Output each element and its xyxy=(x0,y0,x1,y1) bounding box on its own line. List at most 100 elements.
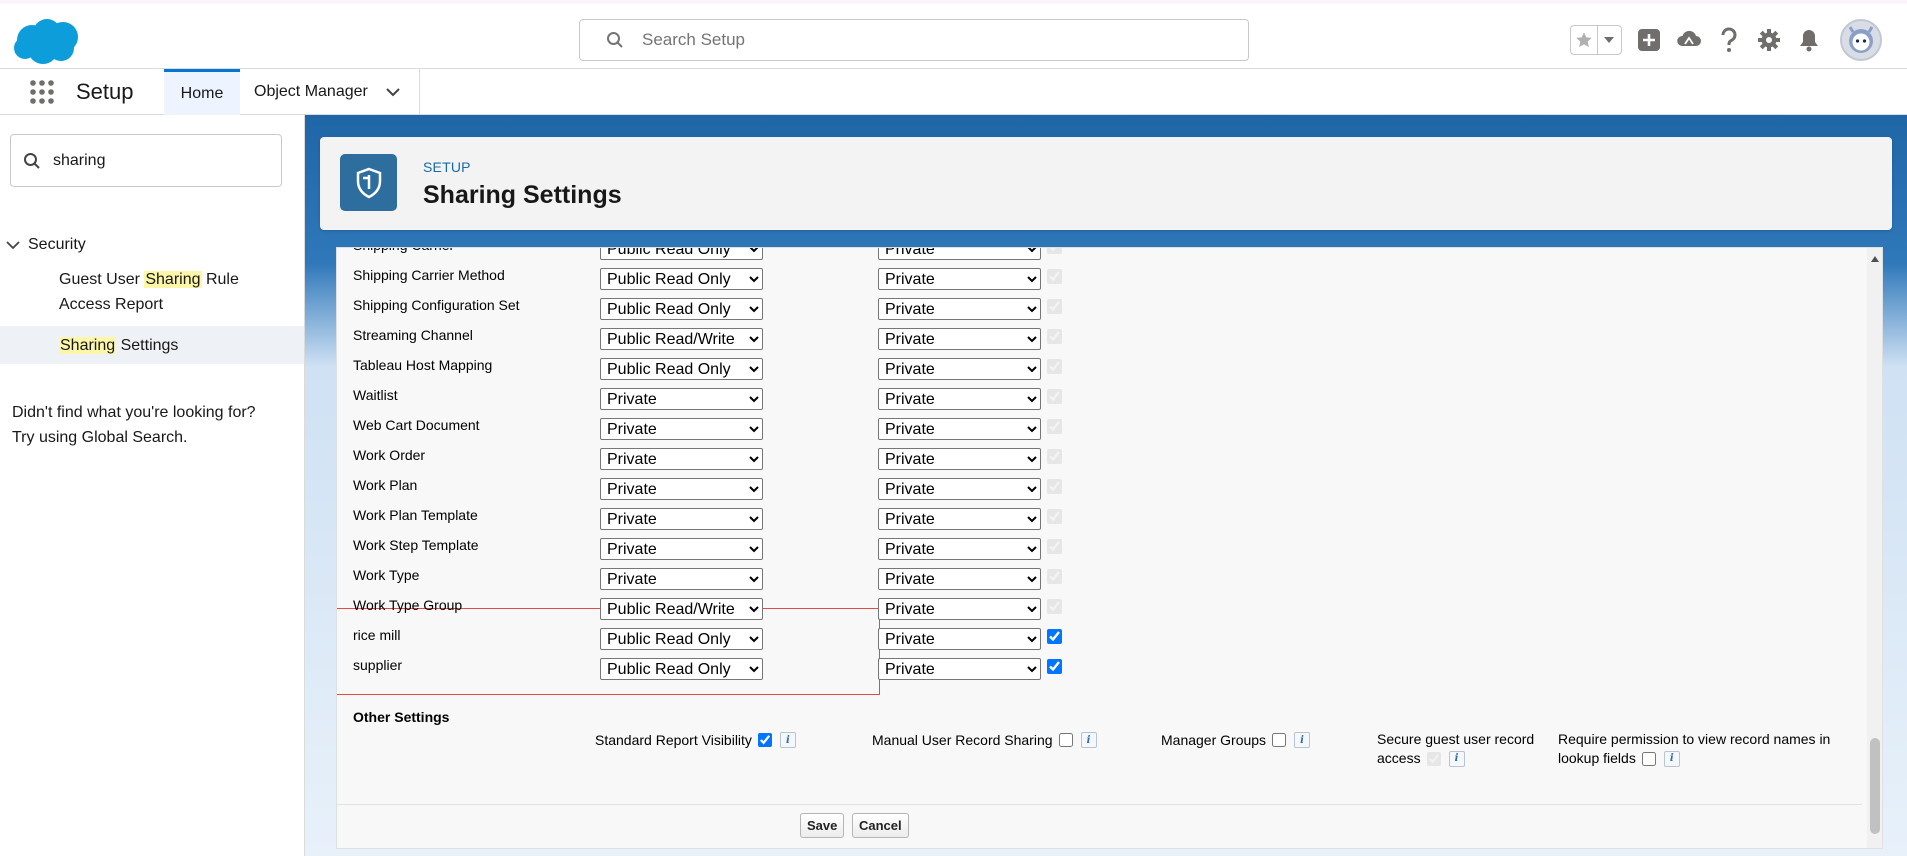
default-internal-access-select[interactable]: PrivatePublic Read OnlyPublic Read/Write xyxy=(600,598,763,620)
table-row: Shipping Carrier Method PrivatePublic Rea… xyxy=(337,263,1862,293)
default-external-access-select[interactable]: PrivatePublic Read OnlyPublic Read/Write xyxy=(878,448,1041,470)
table-row: Work Order PrivatePublic Read OnlyPublic … xyxy=(337,443,1862,473)
sidebar-item-sharing-settings[interactable]: Sharing Settings xyxy=(0,326,304,364)
default-internal-access-select[interactable]: PrivatePublic Read OnlyPublic Read/Write xyxy=(600,568,763,590)
form-button-bar: Save Cancel xyxy=(337,804,1862,848)
info-icon[interactable]: i xyxy=(1080,732,1097,748)
info-icon[interactable]: i xyxy=(779,732,796,748)
object-name: Work Order xyxy=(353,447,426,463)
object-name: Work Type Group xyxy=(353,597,463,613)
app-launcher-icon[interactable] xyxy=(29,79,55,105)
default-internal-access-select[interactable]: PrivatePublic Read OnlyPublic Read/Write xyxy=(600,328,763,350)
default-internal-access-select[interactable]: PrivatePublic Read OnlyPublic Read/Write xyxy=(600,658,763,680)
object-name: Waitlist xyxy=(353,387,398,403)
object-name: Tableau Host Mapping xyxy=(353,357,493,373)
quick-find-input[interactable] xyxy=(51,150,271,171)
global-header xyxy=(0,0,1907,68)
cancel-button[interactable]: Cancel xyxy=(852,813,909,838)
info-icon[interactable]: i xyxy=(1663,750,1680,767)
help-icon[interactable] xyxy=(1716,27,1742,53)
table-row: Tableau Host Mapping PrivatePublic Read O… xyxy=(337,353,1862,383)
manual-user-record-sharing-checkbox[interactable] xyxy=(1058,733,1073,747)
table-row: rice mill PrivatePublic Read OnlyPublic R… xyxy=(337,623,1862,653)
default-internal-access-select[interactable]: PrivatePublic Read OnlyPublic Read/Write xyxy=(600,508,763,530)
default-internal-access-select[interactable]: PrivatePublic Read OnlyPublic Read/Write xyxy=(600,628,763,650)
default-external-access-select[interactable]: PrivatePublic Read OnlyPublic Read/Write xyxy=(878,248,1041,260)
default-internal-access-select[interactable]: PrivatePublic Read OnlyPublic Read/Write xyxy=(600,478,763,500)
grant-access-using-hierarchies-checkbox xyxy=(1047,389,1062,404)
global-actions-add-icon[interactable] xyxy=(1636,27,1662,53)
app-name: Setup xyxy=(76,79,134,104)
default-internal-access-select[interactable]: PrivatePublic Read OnlyPublic Read/Write xyxy=(600,358,763,380)
grant-access-using-hierarchies-checkbox xyxy=(1047,248,1062,254)
require-permission-option: Require permission to view record names … xyxy=(1558,730,1830,768)
table-row: Shipping Configuration Set PrivatePublic … xyxy=(337,293,1862,323)
default-internal-access-select[interactable]: PrivatePublic Read OnlyPublic Read/Write xyxy=(600,298,763,320)
grant-access-using-hierarchies-checkbox[interactable] xyxy=(1047,629,1062,644)
tab-home[interactable]: Home xyxy=(164,69,240,115)
sidebar-item-guest-user-sharing-rule-access-report[interactable]: Guest User Sharing Rule Access Report xyxy=(0,267,304,317)
quick-find-box[interactable] xyxy=(10,134,282,187)
chevron-down-icon[interactable] xyxy=(6,240,20,250)
default-internal-access-select[interactable]: PrivatePublic Read OnlyPublic Read/Write xyxy=(600,268,763,290)
table-row: Work Type PrivatePublic Read OnlyPublic R… xyxy=(337,563,1862,593)
grant-access-using-hierarchies-checkbox[interactable] xyxy=(1047,659,1062,674)
default-internal-access-select[interactable]: PrivatePublic Read OnlyPublic Read/Write xyxy=(600,248,763,260)
default-external-access-select[interactable]: PrivatePublic Read OnlyPublic Read/Write xyxy=(878,508,1041,530)
search-match-highlight: Sharing xyxy=(144,271,202,288)
default-external-access-select[interactable]: PrivatePublic Read OnlyPublic Read/Write xyxy=(878,358,1041,380)
info-icon[interactable]: i xyxy=(1448,750,1465,767)
default-external-access-select[interactable]: PrivatePublic Read OnlyPublic Read/Write xyxy=(878,658,1041,680)
tab-object-manager[interactable]: Object Manager xyxy=(240,69,420,115)
default-external-access-select[interactable]: PrivatePublic Read OnlyPublic Read/Write xyxy=(878,328,1041,350)
info-icon[interactable]: i xyxy=(1294,732,1311,748)
setup-sidebar: Security Guest User Sharing Rule Access … xyxy=(0,115,305,856)
setup-search-input[interactable] xyxy=(640,29,1200,51)
object-name: Shipping Carrier Method xyxy=(353,267,505,283)
default-external-access-select[interactable]: PrivatePublic Read OnlyPublic Read/Write xyxy=(878,268,1041,290)
table-row: supplier PrivatePublic Read OnlyPublic Re… xyxy=(337,653,1862,683)
require-permission-label-1: Require permission to view record names … xyxy=(1558,731,1831,747)
save-button[interactable]: Save xyxy=(800,813,845,838)
default-external-access-select[interactable]: PrivatePublic Read OnlyPublic Read/Write xyxy=(878,628,1041,650)
setup-gear-icon[interactable] xyxy=(1756,27,1782,53)
chevron-down-icon[interactable] xyxy=(386,87,400,97)
grant-access-using-hierarchies-checkbox xyxy=(1047,569,1062,584)
favorites-dropdown-icon[interactable] xyxy=(1598,26,1621,54)
sidebar-item-label-post: Settings xyxy=(116,336,179,354)
default-external-access-select[interactable]: PrivatePublic Read OnlyPublic Read/Write xyxy=(878,598,1041,620)
astro-avatar-icon xyxy=(1848,26,1874,53)
default-external-access-select[interactable]: PrivatePublic Read OnlyPublic Read/Write xyxy=(878,298,1041,320)
secure-guest-access-label-2: access xyxy=(1377,750,1421,766)
sidebar-section-security[interactable]: Security xyxy=(0,231,304,259)
default-internal-access-select[interactable]: PrivatePublic Read OnlyPublic Read/Write xyxy=(600,538,763,560)
default-external-access-select[interactable]: PrivatePublic Read OnlyPublic Read/Write xyxy=(878,418,1041,440)
user-avatar[interactable] xyxy=(1840,19,1882,61)
favorite-star-icon[interactable] xyxy=(1571,26,1598,54)
grant-access-using-hierarchies-checkbox xyxy=(1047,359,1062,374)
page-header: SETUP Sharing Settings xyxy=(320,137,1892,230)
manual-user-record-sharing-label: Manual User Record Sharing xyxy=(872,732,1053,748)
vertical-scrollbar[interactable] xyxy=(1867,248,1882,848)
require-permission-checkbox[interactable] xyxy=(1641,751,1656,766)
setup-search[interactable] xyxy=(579,19,1249,61)
table-row: Work Step Template PrivatePublic Read Onl… xyxy=(337,533,1862,563)
manager-groups-checkbox[interactable] xyxy=(1272,733,1287,747)
default-external-access-select[interactable]: PrivatePublic Read OnlyPublic Read/Write xyxy=(878,388,1041,410)
scrollbar-thumb[interactable] xyxy=(1870,738,1880,834)
default-internal-access-select[interactable]: PrivatePublic Read OnlyPublic Read/Write xyxy=(600,448,763,470)
scroll-up-arrow-icon[interactable] xyxy=(1871,256,1879,262)
notifications-bell-icon[interactable] xyxy=(1796,27,1822,53)
default-external-access-select[interactable]: PrivatePublic Read OnlyPublic Read/Write xyxy=(878,478,1041,500)
table-row: Shipping Carrier PrivatePublic Read OnlyP… xyxy=(337,248,1862,263)
require-permission-label-2: lookup fields xyxy=(1558,750,1636,766)
breadcrumb-setup: SETUP xyxy=(423,159,471,175)
trailhead-guidance-icon[interactable] xyxy=(1676,27,1702,53)
salesforce-logo-icon[interactable] xyxy=(10,16,84,66)
default-internal-access-select[interactable]: PrivatePublic Read OnlyPublic Read/Write xyxy=(600,418,763,440)
secure-guest-access-checkbox xyxy=(1426,751,1441,766)
standard-report-visibility-checkbox[interactable] xyxy=(757,733,772,747)
default-external-access-select[interactable]: PrivatePublic Read OnlyPublic Read/Write xyxy=(878,538,1041,560)
default-internal-access-select[interactable]: PrivatePublic Read OnlyPublic Read/Write xyxy=(600,388,763,410)
default-external-access-select[interactable]: PrivatePublic Read OnlyPublic Read/Write xyxy=(878,568,1041,590)
